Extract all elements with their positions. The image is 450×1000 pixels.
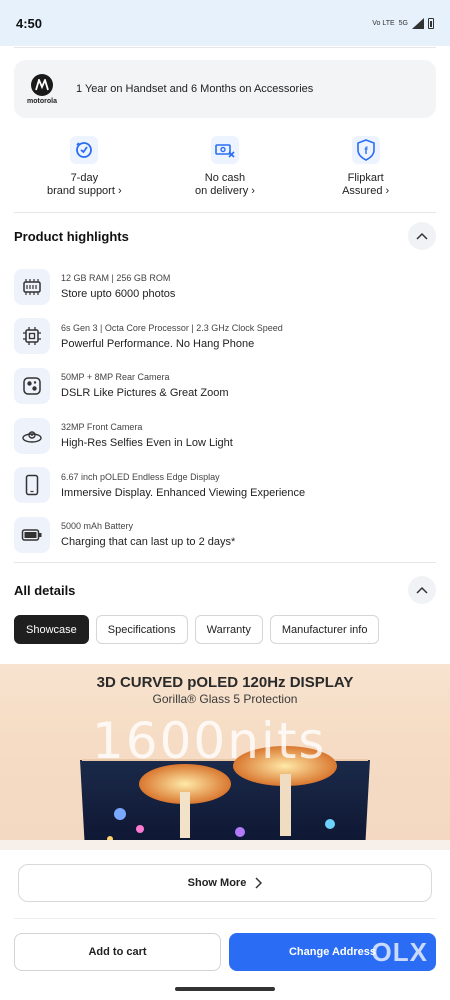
chevron-up-icon: [416, 586, 428, 594]
change-address-button[interactable]: Change Address OLX: [229, 933, 436, 971]
highlight-item: 50MP + 8MP Rear Camera DSLR Like Picture…: [14, 361, 436, 411]
badge-flipkart-assured[interactable]: f Flipkart Assured ›: [301, 136, 431, 198]
badge-line1: Flipkart: [347, 172, 384, 184]
highlight-benefit: Store upto 6000 photos: [61, 288, 176, 301]
memory-icon: [14, 268, 50, 305]
highlight-item: 12 GB RAM | 256 GB ROM Store upto 6000 p…: [14, 262, 436, 312]
chevron-right-icon: [255, 877, 263, 889]
all-details-header: All details: [14, 575, 436, 605]
divider: [14, 212, 436, 213]
collapse-highlights-button[interactable]: [408, 222, 436, 250]
warranty-card: motorola 1 Year on Handset and 6 Months …: [14, 60, 436, 118]
processor-icon: [14, 318, 50, 355]
divider: [14, 918, 436, 919]
chevron-up-icon: [416, 232, 428, 240]
signal-icon: [412, 17, 424, 29]
display-icon: [14, 467, 50, 504]
highlight-benefit: Powerful Performance. No Hang Phone: [61, 337, 255, 350]
olx-watermark: OLX: [371, 936, 428, 967]
add-to-cart-button[interactable]: Add to cart: [14, 933, 221, 971]
rear-camera-icon: [14, 367, 50, 404]
highlight-benefit: DSLR Like Pictures & Great Zoom: [61, 387, 229, 400]
highlight-spec: 5000 mAh Battery: [61, 521, 134, 532]
no-cash-icon: [210, 136, 239, 164]
status-bar: 4:50 Vo LTE 5G: [0, 0, 450, 46]
highlight-item: 6s Gen 3 | Octa Core Processor | 2.3 GHz…: [14, 312, 436, 362]
highlights-list: 12 GB RAM | 256 GB ROM Store upto 6000 p…: [14, 262, 436, 560]
trust-badges: 7-day brand support › No cash on deliver…: [14, 136, 436, 198]
home-gesture-handle[interactable]: [175, 987, 275, 991]
tab-warranty[interactable]: Warranty: [194, 615, 263, 644]
highlight-benefit: High-Res Selfies Even in Low Light: [61, 437, 233, 450]
change-address-label: Change Address: [288, 946, 376, 958]
highlight-benefit: Charging that can last up to 2 days*: [61, 536, 236, 549]
tab-showcase[interactable]: Showcase: [14, 615, 89, 644]
tab-specifications[interactable]: Specifications: [95, 615, 188, 644]
highlight-spec: 12 GB RAM | 256 GB ROM: [61, 273, 171, 284]
svg-text:f: f: [364, 146, 368, 157]
badge-line1: No cash: [204, 172, 246, 184]
show-more-label: Show More: [187, 877, 247, 889]
banner-subline: Gorilla® Glass 5 Protection: [152, 692, 298, 706]
badge-line2: on delivery ›: [195, 185, 255, 197]
collapse-details-button[interactable]: [408, 576, 436, 604]
warranty-text: 1 Year on Handset and 6 Months on Access…: [76, 83, 314, 95]
battery-icon: [14, 516, 50, 553]
highlight-spec: 50MP + 8MP Rear Camera: [61, 372, 170, 383]
highlights-title: Product highlights: [14, 228, 129, 244]
badge-line1: 7-day: [70, 172, 99, 184]
highlight-item: 5000 mAh Battery Charging that can last …: [14, 510, 436, 560]
highlight-spec: 6.67 inch pOLED Endless Edge Display: [61, 471, 220, 482]
system-nav-bar: [0, 978, 450, 1000]
front-camera-icon: [14, 417, 50, 454]
brand-support-icon: [70, 136, 99, 164]
motorola-logo: motorola: [22, 73, 62, 105]
battery-status-icon: [428, 17, 434, 29]
divider: [14, 47, 436, 48]
badge-brand-support[interactable]: 7-day brand support ›: [19, 136, 149, 198]
highlight-item: 32MP Front Camera High-Res Selfies Even …: [14, 411, 436, 461]
highlight-benefit: Immersive Display. Enhanced Viewing Expe…: [61, 486, 306, 499]
highlight-spec: 32MP Front Camera: [61, 422, 143, 433]
motorola-logo-icon: [31, 73, 53, 96]
product-page: 4:50 Vo LTE 5G motorola 1 Year on Handse…: [0, 0, 450, 1000]
show-more-button[interactable]: Show More: [18, 864, 432, 902]
badge-line2: Assured ›: [342, 185, 390, 197]
tab-manufacturer-info[interactable]: Manufacturer info: [269, 615, 380, 644]
badge-no-cash[interactable]: No cash on delivery ›: [160, 136, 290, 198]
banner-nits: 1600nits: [92, 712, 327, 770]
status-icons: Vo LTE 5G: [372, 17, 434, 29]
bottom-actions: Add to cart Change Address OLX: [14, 933, 436, 971]
brand-name: motorola: [27, 97, 57, 105]
flipkart-assured-icon: f: [351, 136, 380, 164]
status-time: 4:50: [16, 15, 43, 31]
details-tabs: Showcase Specifications Warranty Manufac…: [14, 615, 380, 644]
banner-headline: 3D CURVED pOLED 120Hz DISPLAY: [96, 674, 354, 691]
network-label: 5G: [398, 19, 408, 27]
highlights-header: Product highlights: [14, 221, 436, 251]
showcase-banner: 3D CURVED pOLED 120Hz DISPLAY Gorilla® G…: [0, 664, 450, 850]
all-details-title: All details: [14, 582, 76, 598]
highlight-spec: 6s Gen 3 | Octa Core Processor | 2.3 GHz…: [61, 322, 283, 333]
carrier-label: Vo LTE: [372, 19, 395, 27]
highlight-item: 6.67 inch pOLED Endless Edge Display Imm…: [14, 460, 436, 510]
divider: [14, 562, 436, 563]
badge-line2: brand support ›: [47, 185, 122, 197]
